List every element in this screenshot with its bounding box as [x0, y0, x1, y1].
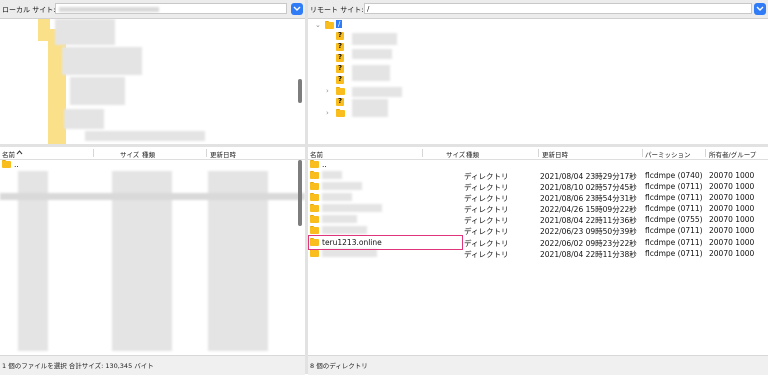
- unknown-folder-icon: ?: [336, 75, 344, 84]
- parent-directory-entry: ..: [322, 160, 327, 169]
- unknown-folder-icon: ?: [336, 97, 344, 106]
- local-col-size[interactable]: サイズ: [120, 149, 139, 159]
- folder-icon: [310, 171, 319, 179]
- table-row[interactable]: ディレクトリ 2021/08/10 02時57分45秒 flcdmpe (071…: [308, 181, 768, 192]
- chevron-right-icon[interactable]: ›: [326, 87, 329, 95]
- chevron-down-icon: ⌄: [315, 21, 321, 29]
- highlight-box: [308, 235, 463, 250]
- folder-icon: [310, 226, 319, 234]
- remote-col-type[interactable]: 種類: [466, 149, 479, 159]
- list-item[interactable]: ..: [308, 159, 768, 170]
- local-directory-tree[interactable]: [0, 19, 305, 144]
- unknown-folder-icon: ?: [336, 64, 344, 73]
- table-row[interactable]: ディレクトリ 2022/04/26 15時09分22秒 flcdmpe (071…: [308, 203, 768, 214]
- remote-site-path-input[interactable]: /: [364, 3, 752, 14]
- folder-icon: [336, 109, 345, 117]
- local-status-bar: 1 個のファイルを選択 合計サイズ: 130,345 バイト: [0, 355, 305, 375]
- local-site-bar: ローカル サイト:: [0, 0, 305, 19]
- folder-icon: [310, 204, 319, 212]
- local-col-modified[interactable]: 更新日時: [210, 149, 236, 159]
- parent-directory-entry: ..: [14, 160, 19, 169]
- folder-icon: [336, 87, 345, 95]
- unknown-folder-icon: ?: [336, 31, 344, 40]
- table-row[interactable]: ディレクトリ 2021/08/06 23時54分31秒 flcdmpe (071…: [308, 192, 768, 203]
- remote-site-bar: リモート サイト: /: [308, 0, 768, 19]
- local-file-list[interactable]: ..: [0, 159, 305, 355]
- remote-tree-root[interactable]: /: [336, 20, 343, 28]
- local-site-dropdown-button[interactable]: [291, 3, 303, 15]
- folder-icon: [2, 160, 11, 168]
- remote-status-bar: 8 個のディレクトリ: [308, 355, 768, 375]
- remote-col-size[interactable]: サイズ: [446, 149, 465, 159]
- remote-site-label: リモート サイト:: [310, 6, 364, 14]
- remote-status-text: 8 個のディレクトリ: [310, 362, 368, 370]
- unknown-folder-icon: ?: [336, 53, 344, 62]
- remote-col-modified[interactable]: 更新日時: [542, 149, 568, 159]
- folder-icon: [310, 249, 319, 257]
- folder-icon: [310, 215, 319, 223]
- local-pane: ローカル サイト: 名前 サイズ 種類 更新日時 .. 1 個のファイルを選択 …: [0, 0, 305, 375]
- table-row[interactable]: ディレクトリ 2021/08/04 22時11分36秒 flcdmpe (075…: [308, 214, 768, 225]
- chevron-down-icon: [756, 6, 764, 11]
- list-item[interactable]: ..: [0, 159, 305, 170]
- remote-file-list[interactable]: .. ディレクトリ 2021/08/04 23時29分17秒 flcdmpe (…: [308, 159, 768, 355]
- folder-icon: [310, 160, 319, 168]
- local-site-path-input[interactable]: [55, 3, 287, 14]
- local-status-text: 1 個のファイルを選択 合計サイズ: 130,345 バイト: [2, 362, 154, 370]
- folder-icon: [310, 193, 319, 201]
- folder-icon: [310, 182, 319, 190]
- chevron-right-icon[interactable]: ›: [326, 109, 329, 117]
- remote-site-path-value: /: [367, 5, 370, 13]
- local-col-type[interactable]: 種類: [142, 149, 155, 159]
- local-list-scrollbar[interactable]: [298, 160, 302, 226]
- remote-col-owner[interactable]: 所有者/グループ: [709, 149, 756, 159]
- local-tree-scrollbar[interactable]: [298, 79, 302, 103]
- table-row[interactable]: ディレクトリ 2021/08/04 23時29分17秒 flcdmpe (074…: [308, 170, 768, 181]
- remote-site-dropdown-button[interactable]: [754, 3, 766, 15]
- chevron-down-icon: [293, 6, 301, 11]
- sort-ascending-icon: [16, 150, 23, 155]
- local-col-name[interactable]: 名前: [2, 149, 15, 159]
- folder-icon: [325, 21, 334, 29]
- unknown-folder-icon: ?: [336, 42, 344, 51]
- remote-directory-tree[interactable]: ⌄ / ? ? ? ? ? › ? ›: [308, 19, 768, 144]
- local-site-label: ローカル サイト:: [2, 6, 56, 14]
- remote-col-name[interactable]: 名前: [310, 149, 323, 159]
- remote-col-permissions[interactable]: パーミッション: [645, 149, 691, 159]
- remote-pane: リモート サイト: / ⌄ / ? ? ? ? ? › ? › 名前 サイズ 種…: [308, 0, 768, 375]
